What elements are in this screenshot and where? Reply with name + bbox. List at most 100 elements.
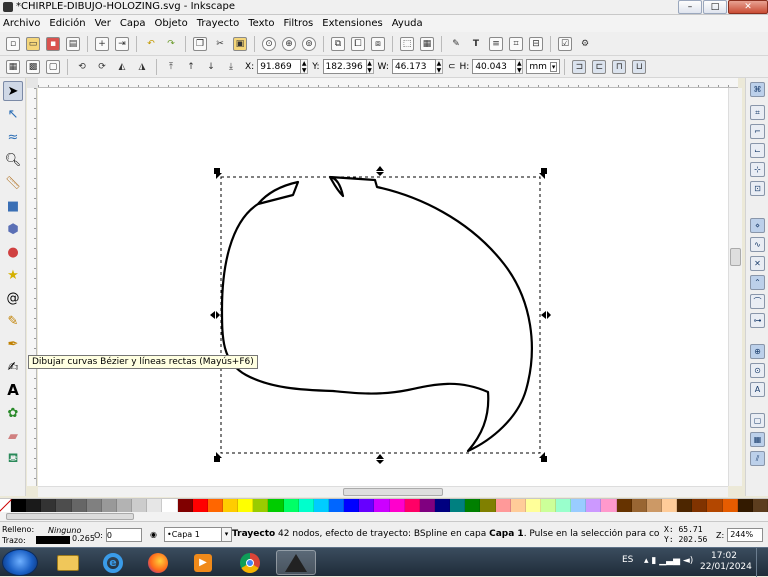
snap-guides-icon[interactable]: ⫽: [750, 451, 765, 466]
scale-handles[interactable]: [210, 166, 551, 464]
eraser-tool-icon[interactable]: ▰: [3, 426, 23, 446]
snap-nodes-icon[interactable]: ⋄: [750, 218, 765, 233]
select-all-layers-icon[interactable]: ▩: [26, 59, 40, 74]
horizontal-scroll-thumb[interactable]: [343, 488, 443, 496]
raise-to-top-icon[interactable]: ⤒: [164, 60, 178, 74]
snap-line-midpoints-icon[interactable]: ⊶: [750, 313, 765, 328]
language-indicator[interactable]: ES: [622, 555, 633, 565]
snap-text-baseline-icon[interactable]: A: [750, 382, 765, 397]
palette-swatch[interactable]: [692, 499, 708, 512]
snap-bbox-midpoints-icon[interactable]: ⊹: [750, 162, 765, 177]
palette-swatch[interactable]: [162, 499, 178, 512]
h-spinner[interactable]: ▲ ▼: [516, 59, 524, 74]
menu-edicion[interactable]: Edición: [49, 18, 85, 29]
paste-icon[interactable]: ▣: [233, 36, 247, 51]
layers-icon[interactable]: ≡: [489, 36, 503, 51]
inkscape-taskbar-icon[interactable]: [276, 550, 316, 575]
palette-swatch[interactable]: [11, 499, 27, 512]
palette-swatch[interactable]: [540, 499, 557, 512]
palette-swatch[interactable]: [480, 499, 496, 512]
select-all-icon[interactable]: ▦: [6, 59, 20, 74]
palette-scrollbar[interactable]: [0, 512, 768, 521]
no-paint-swatch[interactable]: [0, 499, 11, 512]
drawing-canvas[interactable]: [38, 88, 728, 486]
minimize-button[interactable]: –: [678, 0, 702, 14]
snap-bbox-corners-icon[interactable]: ⌙: [750, 143, 765, 158]
chrome-taskbar-icon[interactable]: [230, 550, 270, 575]
palette-swatch[interactable]: [677, 499, 693, 512]
palette-swatch[interactable]: [177, 499, 193, 512]
palette-swatch[interactable]: [253, 499, 269, 512]
opacity-input[interactable]: [105, 528, 142, 542]
layer-visibility-icon[interactable]: ◉: [150, 530, 157, 539]
transform-gradients-icon[interactable]: ⊓: [612, 59, 627, 74]
horizontal-scrollbar[interactable]: [38, 486, 728, 497]
unlink-clone-icon[interactable]: ⧈: [371, 36, 385, 51]
palette-swatch[interactable]: [147, 499, 163, 512]
3d-box-tool-icon[interactable]: ⬢: [3, 219, 23, 239]
scale-stroke-icon[interactable]: ⊐: [572, 59, 587, 74]
show-desktop-button[interactable]: [756, 548, 768, 577]
network-icon[interactable]: ▮: [651, 556, 656, 566]
snap-paths-icon[interactable]: ∿: [750, 237, 765, 252]
palette-swatch[interactable]: [238, 499, 254, 512]
cut-icon[interactable]: ✂: [213, 37, 227, 51]
palette-swatch[interactable]: [192, 499, 208, 512]
flip-vertical-icon[interactable]: ◮: [135, 60, 149, 74]
volume-icon[interactable]: ◄): [683, 556, 693, 566]
palette-swatch[interactable]: [56, 499, 72, 512]
zoom-tool-icon[interactable]: 🔍︎: [3, 150, 23, 170]
palette-swatch[interactable]: [132, 499, 148, 512]
palette-swatch[interactable]: [222, 499, 239, 512]
palette-swatch[interactable]: [571, 499, 587, 512]
clone-icon[interactable]: ⧠: [351, 36, 365, 51]
palette-swatch[interactable]: [646, 499, 663, 512]
h-input[interactable]: [472, 59, 517, 74]
media-player-taskbar-icon[interactable]: ▶: [183, 550, 223, 575]
palette-swatch[interactable]: [737, 499, 753, 512]
palette-swatch[interactable]: [268, 499, 284, 512]
snap-bbox-icon[interactable]: ⌗: [750, 105, 765, 120]
snap-rotation-centers-icon[interactable]: ⊙: [750, 363, 765, 378]
transform-patterns-icon[interactable]: ⊔: [632, 59, 647, 74]
show-hidden-icons-icon[interactable]: ▴: [644, 556, 649, 566]
close-button[interactable]: ✕: [728, 0, 768, 14]
taskbar-clock[interactable]: 17:02 22/01/2024: [700, 551, 752, 573]
palette-swatch[interactable]: [525, 499, 541, 512]
menu-filtros[interactable]: Filtros: [284, 18, 314, 29]
ellipse-tool-icon[interactable]: ●: [3, 242, 23, 262]
start-button[interactable]: [2, 549, 38, 576]
palette-swatch[interactable]: [404, 499, 420, 512]
palette-swatch[interactable]: [631, 499, 647, 512]
snap-bbox-centers-icon[interactable]: ⊡: [750, 181, 765, 196]
y-input[interactable]: [322, 59, 367, 74]
tweak-tool-icon[interactable]: ≈: [3, 127, 23, 147]
ungroup-icon[interactable]: ▦: [420, 36, 434, 51]
palette-swatch[interactable]: [495, 499, 511, 512]
export-icon[interactable]: ⇥: [115, 36, 129, 51]
y-spinner[interactable]: ▲ ▼: [366, 59, 374, 74]
palette-swatch[interactable]: [344, 499, 360, 512]
node-tool-icon[interactable]: ↖: [3, 104, 23, 124]
rectangle-tool-icon[interactable]: ■: [3, 196, 23, 216]
palette-swatch[interactable]: [662, 499, 678, 512]
new-document-icon[interactable]: ▫: [6, 36, 20, 51]
menu-objeto[interactable]: Objeto: [155, 18, 188, 29]
undo-icon[interactable]: ↶: [144, 37, 158, 51]
group-icon[interactable]: ⬚: [400, 36, 414, 51]
palette-swatch[interactable]: [328, 499, 345, 512]
palette-swatch[interactable]: [586, 499, 602, 512]
palette-swatch[interactable]: [207, 499, 223, 512]
print-icon[interactable]: ▤: [66, 36, 80, 51]
spray-tool-icon[interactable]: ✿: [3, 403, 23, 423]
menu-texto[interactable]: Texto: [248, 18, 274, 29]
snap-page-border-icon[interactable]: ▢: [750, 413, 765, 428]
palette-swatch[interactable]: [389, 499, 405, 512]
zoom-drawing-icon[interactable]: ⊕: [282, 36, 296, 51]
scale-corners-icon[interactable]: ⊏: [592, 59, 607, 74]
snap-grids-icon[interactable]: ▦: [750, 432, 765, 447]
palette-swatch[interactable]: [752, 499, 768, 512]
internet-explorer-taskbar-icon[interactable]: e: [93, 550, 133, 575]
drawn-bezier-path[interactable]: [220, 175, 533, 453]
unit-select[interactable]: mm ▾: [526, 59, 561, 74]
